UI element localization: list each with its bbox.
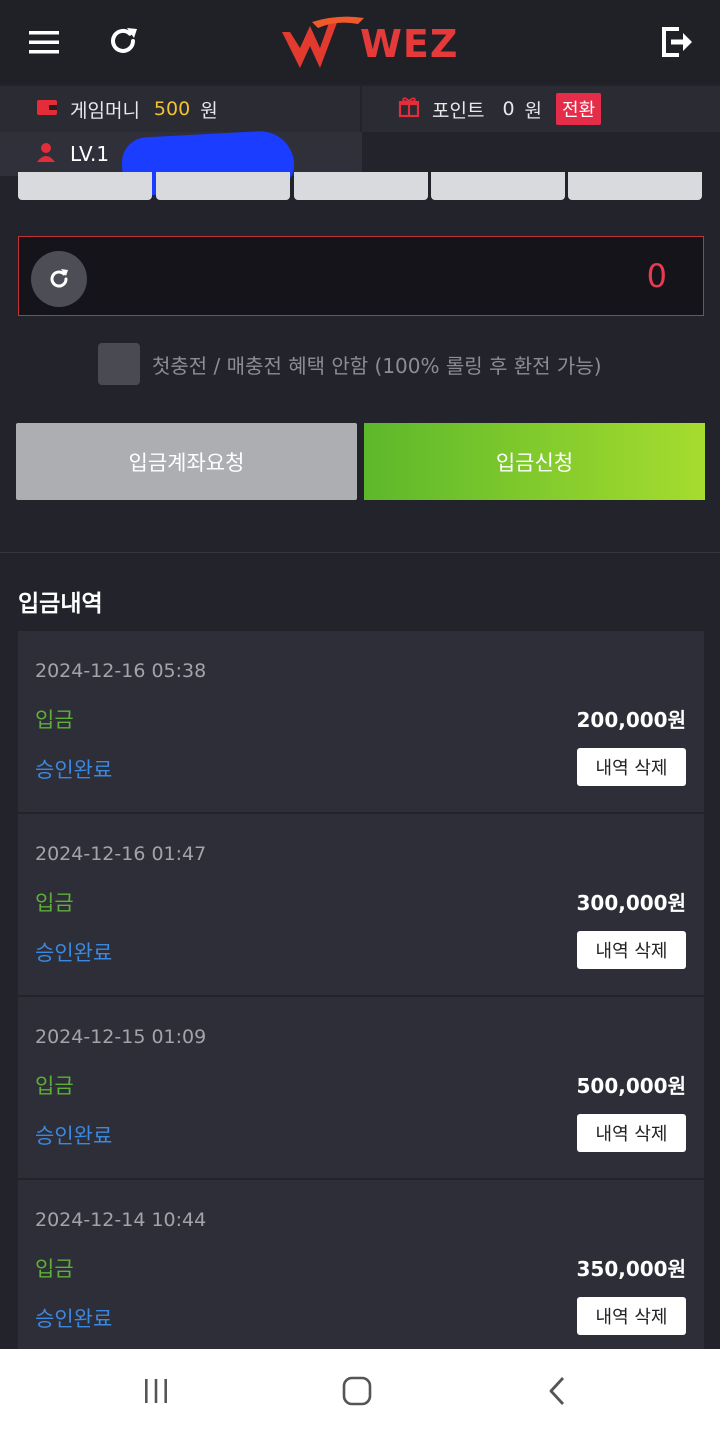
site-logo[interactable]: WEZ (278, 12, 457, 72)
history-record: 2024-12-16 01:47 입금 300,000원 승인완료 내역 삭제 (18, 814, 704, 995)
record-date: 2024-12-15 01:09 (35, 1026, 207, 1048)
history-record: 2024-12-16 05:38 입금 200,000원 승인완료 내역 삭제 (18, 631, 704, 812)
amount-preset-button[interactable] (156, 172, 290, 200)
game-money-value: 500 (153, 98, 191, 120)
apply-deposit-button[interactable]: 입금신청 (364, 423, 705, 500)
amount-preset-button[interactable] (18, 172, 152, 200)
history-record: 2024-12-15 01:09 입금 500,000원 승인완료 내역 삭제 (18, 997, 704, 1178)
delete-record-button[interactable]: 내역 삭제 (577, 1114, 686, 1152)
point-value: 0 (502, 98, 515, 120)
convert-button[interactable]: 전환 (556, 93, 602, 125)
record-type: 입금 (35, 891, 74, 915)
request-account-button[interactable]: 입금계좌요청 (16, 423, 357, 500)
wallet-icon (36, 97, 58, 121)
record-amount: 200,000원 (576, 708, 687, 732)
deposit-amount-field[interactable]: 0 (18, 236, 704, 316)
top-header: WEZ (0, 0, 720, 84)
system-navigation-bar (0, 1349, 720, 1433)
amount-preset-button[interactable] (294, 172, 428, 200)
record-status: 승인완료 (35, 941, 113, 965)
record-amount: 350,000원 (576, 1257, 687, 1281)
delete-record-button[interactable]: 내역 삭제 (577, 1297, 686, 1335)
no-bonus-checkbox[interactable] (98, 343, 140, 385)
record-type: 입금 (35, 1257, 74, 1281)
logo-text: WEZ (360, 22, 459, 66)
reset-icon (50, 269, 68, 288)
home-icon[interactable] (337, 1371, 377, 1411)
no-bonus-label: 첫충전 / 매충전 혜택 안함 (100% 롤링 후 환전 가능) (152, 353, 602, 378)
game-money-label: 게임머니 (70, 99, 140, 122)
reset-amount-button[interactable] (31, 251, 87, 307)
game-money-unit: 원 (200, 99, 218, 122)
user-level: LV.1 (70, 142, 110, 166)
deposit-page: WEZ 게임머니 500 원 포인트 0 원 전환 LV.1 0 첫충전 / 매… (0, 0, 720, 1433)
section-divider (0, 552, 720, 553)
gift-icon (398, 96, 420, 122)
user-icon (36, 142, 56, 166)
delete-record-button[interactable]: 내역 삭제 (577, 931, 686, 969)
amount-preset-button[interactable] (431, 172, 565, 200)
point-unit: 원 (524, 99, 543, 122)
record-status: 승인완료 (35, 758, 113, 782)
deposit-amount-value: 0 (646, 257, 667, 295)
point-panel: 포인트 0 원 전환 (362, 86, 720, 132)
back-icon[interactable] (538, 1371, 578, 1411)
amount-preset-button[interactable] (568, 172, 702, 200)
record-status: 승인완료 (35, 1307, 113, 1331)
record-type: 입금 (35, 1074, 74, 1098)
history-title: 입금내역 (18, 591, 103, 617)
record-date: 2024-12-14 10:44 (35, 1209, 207, 1231)
record-date: 2024-12-16 01:47 (35, 843, 207, 865)
history-record: 2024-12-14 10:44 입금 350,000원 승인완료 내역 삭제 (18, 1180, 704, 1361)
amount-preset-row (18, 172, 704, 202)
delete-record-button[interactable]: 내역 삭제 (577, 748, 686, 786)
bonus-option: 첫충전 / 매충전 혜택 안함 (100% 롤링 후 환전 가능) (98, 342, 602, 386)
record-amount: 500,000원 (576, 1074, 687, 1098)
logout-icon[interactable] (652, 18, 700, 66)
point-label: 포인트 (432, 99, 485, 122)
record-amount: 300,000원 (576, 891, 687, 915)
refresh-icon[interactable] (100, 18, 146, 64)
deposit-history-list: 2024-12-16 05:38 입금 200,000원 승인완료 내역 삭제 … (18, 631, 704, 1363)
hamburger-menu-icon[interactable] (22, 20, 66, 64)
record-status: 승인완료 (35, 1124, 113, 1148)
record-type: 입금 (35, 708, 74, 732)
record-date: 2024-12-16 05:38 (35, 660, 207, 682)
recent-apps-icon[interactable] (136, 1371, 176, 1411)
game-money-panel: 게임머니 500 원 (0, 86, 360, 132)
